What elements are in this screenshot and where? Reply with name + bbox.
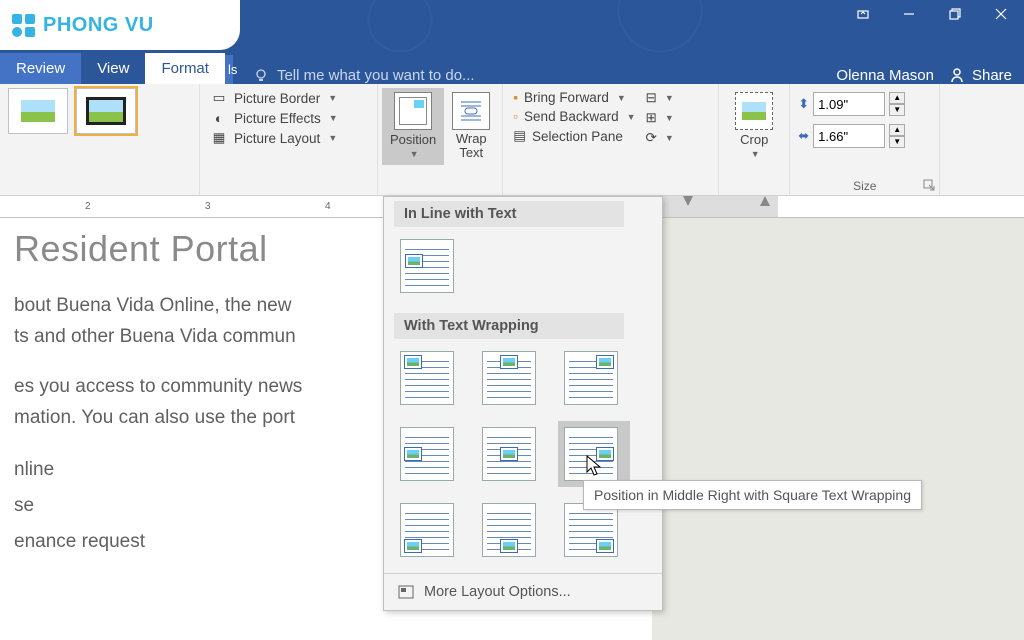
more-layout-options[interactable]: More Layout Options... — [384, 573, 662, 610]
position-top-center[interactable] — [482, 351, 536, 405]
width-input[interactable]: 1.66" — [813, 124, 885, 148]
minimize-button[interactable] — [886, 0, 932, 28]
selection-pane-button[interactable]: ▤ Selection Pane — [513, 128, 635, 144]
tab-review[interactable]: Review — [0, 53, 81, 84]
crop-icon — [735, 92, 773, 130]
crop-label: Crop — [740, 132, 768, 147]
picture-style-1[interactable] — [8, 88, 68, 134]
wrap-text-icon — [452, 92, 490, 130]
position-bottom-left[interactable] — [400, 503, 454, 557]
rotate-icon: ⟳ — [646, 130, 657, 146]
group-picture-styles — [0, 84, 200, 195]
align-icon: ⊟ — [646, 90, 657, 106]
position-middle-center[interactable] — [482, 427, 536, 481]
position-top-right[interactable] — [564, 351, 618, 405]
send-backward-button[interactable]: ▫Send Backward▼ — [513, 109, 635, 124]
ruler-mark: 2 — [85, 196, 91, 217]
position-inline-option[interactable] — [400, 239, 454, 293]
group-arrange: ▪Bring Forward▼ ▫Send Backward▼ ▤Selecti… — [503, 84, 719, 195]
ribbon-display-icon[interactable] — [840, 0, 886, 28]
lightbulb-icon — [253, 68, 269, 84]
section-wrap-header: With Text Wrapping — [394, 313, 624, 339]
group-button[interactable]: ⊞▼ — [646, 110, 674, 126]
tooltip: Position in Middle Right with Square Tex… — [583, 480, 922, 510]
height-spinner[interactable]: ▲▼ — [889, 92, 905, 116]
picture-border-button[interactable]: ▭Picture Border▼ — [210, 90, 367, 106]
selection-pane-label: Selection Pane — [532, 129, 623, 144]
group-size: ⬍ 1.09" ▲▼ ⬌ 1.66" ▲▼ Size — [790, 84, 940, 195]
layout-icon: ▦ — [210, 130, 228, 146]
wrap-text-label: Wrap Text — [456, 132, 487, 161]
tab-partial: ls — [225, 55, 233, 84]
width-spinner[interactable]: ▲▼ — [889, 124, 905, 148]
brand-logo-icon — [12, 14, 35, 37]
window-controls — [840, 0, 1024, 28]
group-crop: Crop ▼ — [719, 84, 790, 195]
more-layout-label: More Layout Options... — [424, 584, 571, 600]
picture-layout-button[interactable]: ▦Picture Layout▼ — [210, 130, 367, 146]
width-control: ⬌ 1.66" ▲▼ — [798, 124, 931, 148]
send-backward-label: Send Backward — [524, 109, 619, 124]
picture-effects-label: Picture Effects — [234, 111, 321, 126]
bring-forward-button[interactable]: ▪Bring Forward▼ — [513, 90, 635, 105]
position-top-left[interactable] — [400, 351, 454, 405]
brand-logo-text: PHONG VU — [43, 14, 154, 37]
section-inline-header: In Line with Text — [394, 201, 624, 227]
user-area: Olenna Mason Share — [836, 66, 1024, 84]
ruler-mark: 3 — [205, 196, 211, 217]
tab-view[interactable]: View — [81, 53, 145, 84]
picture-effects-button[interactable]: ◐Picture Effects▼ — [210, 110, 367, 126]
picture-layout-label: Picture Layout — [234, 131, 320, 146]
tab-format[interactable]: Format — [145, 53, 225, 84]
position-bottom-right[interactable] — [564, 503, 618, 557]
close-button[interactable] — [978, 0, 1024, 28]
height-input[interactable]: 1.09" — [813, 92, 885, 116]
bring-forward-icon: ▪ — [513, 90, 518, 105]
group-picture-tools: ▭Picture Border▼ ◐Picture Effects▼ ▦Pict… — [200, 84, 378, 195]
more-layout-icon — [398, 585, 414, 599]
restore-button[interactable] — [932, 0, 978, 28]
picture-style-2[interactable] — [76, 88, 136, 134]
size-group-label: Size — [790, 179, 939, 193]
size-dialog-launcher[interactable] — [923, 179, 935, 191]
position-middle-left[interactable] — [400, 427, 454, 481]
tell-me-search[interactable]: Tell me what you want to do... — [233, 67, 836, 84]
position-middle-right[interactable] — [564, 427, 618, 481]
width-icon: ⬌ — [798, 128, 809, 144]
effects-icon: ◐ — [210, 110, 228, 126]
send-backward-icon: ▫ — [513, 109, 518, 124]
align-button[interactable]: ⊟▼ — [646, 90, 674, 106]
ribbon: ▭Picture Border▼ ◐Picture Effects▼ ▦Pict… — [0, 84, 1024, 196]
border-icon: ▭ — [210, 90, 228, 106]
bring-forward-label: Bring Forward — [524, 90, 609, 105]
height-control: ⬍ 1.09" ▲▼ — [798, 92, 931, 116]
height-icon: ⬍ — [798, 96, 809, 112]
rotate-button[interactable]: ⟳▼ — [646, 130, 674, 146]
share-icon — [948, 66, 966, 84]
position-label: Position — [390, 132, 436, 147]
tell-me-placeholder: Tell me what you want to do... — [277, 67, 475, 84]
share-button[interactable]: Share — [948, 66, 1012, 84]
crop-button[interactable]: Crop ▼ — [727, 88, 781, 163]
selection-pane-icon: ▤ — [513, 128, 526, 144]
user-name[interactable]: Olenna Mason — [836, 67, 934, 84]
position-dropdown: In Line with Text With Text Wrapping Mor… — [383, 196, 663, 611]
wrap-text-button[interactable]: Wrap Text — [444, 88, 498, 165]
position-icon — [394, 92, 432, 130]
group-icon: ⊞ — [646, 110, 657, 126]
ruler-mark: 4 — [325, 196, 331, 217]
ribbon-tabs: Review View Format ls Tell me what you w… — [0, 52, 1024, 84]
brand-overlay: PHONG VU — [0, 0, 240, 50]
share-label: Share — [972, 67, 1012, 84]
position-button[interactable]: Position ▼ — [382, 88, 444, 165]
position-middle-right-wrap — [558, 421, 630, 487]
position-bottom-center[interactable] — [482, 503, 536, 557]
group-arrange-position: Position ▼ Wrap Text — [378, 84, 503, 195]
picture-border-label: Picture Border — [234, 91, 320, 106]
